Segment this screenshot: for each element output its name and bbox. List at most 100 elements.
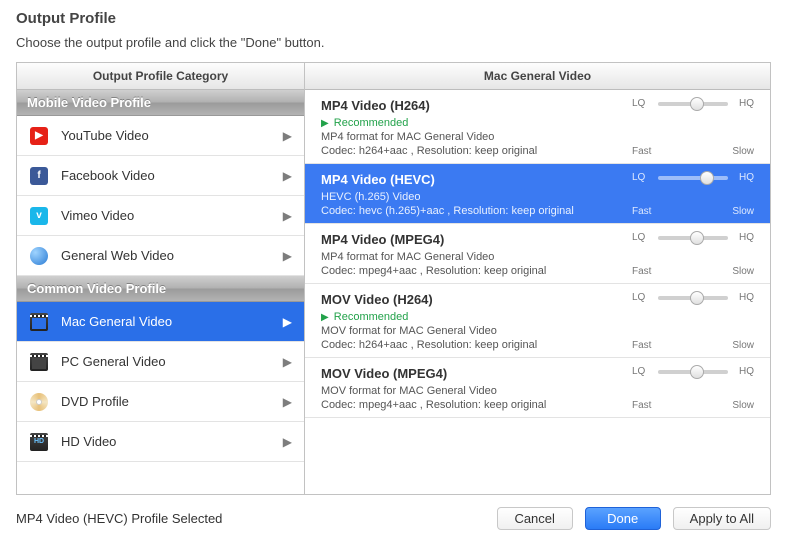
format-desc: MOV format for MAC General Video [321, 325, 632, 337]
globe-icon [29, 246, 49, 266]
category-item-label: General Web Video [61, 248, 283, 263]
slider-track[interactable] [658, 296, 728, 300]
category-item-label: PC General Video [61, 354, 283, 369]
slow-label: Slow [732, 340, 754, 351]
quality-slider[interactable]: LQ HQ [632, 232, 754, 243]
fb-icon: f [29, 166, 49, 186]
hq-label: HQ [732, 232, 754, 243]
hq-label: HQ [732, 292, 754, 303]
category-item[interactable]: HD Video▶ [17, 422, 304, 462]
left-column-header: Output Profile Category [17, 63, 304, 90]
left-column: Output Profile Category Mobile Video Pro… [17, 63, 305, 494]
hq-label: HQ [732, 172, 754, 183]
format-desc: MP4 format for MAC General Video [321, 131, 632, 143]
footer: MP4 Video (HEVC) Profile Selected Cancel… [0, 495, 787, 542]
format-item[interactable]: MOV Video (MPEG4) MOV format for MAC Gene… [305, 358, 770, 418]
done-button[interactable]: Done [585, 507, 661, 530]
disc-icon [29, 392, 49, 412]
status-text: MP4 Video (HEVC) Profile Selected [16, 511, 485, 526]
category-section-header: Common Video Profile [17, 276, 304, 302]
format-title: MP4 Video (H264) [321, 98, 632, 113]
category-item[interactable]: General Web Video▶ [17, 236, 304, 276]
fast-label: Fast [632, 206, 651, 217]
category-item[interactable]: PC General Video▶ [17, 342, 304, 382]
clap-icon [29, 352, 49, 372]
slow-label: Slow [732, 206, 754, 217]
main-panel: Output Profile Category Mobile Video Pro… [16, 62, 771, 495]
right-column: Mac General Video MP4 Video (H264) ▶ Reco… [305, 63, 770, 494]
format-desc: MP4 format for MAC General Video [321, 251, 632, 263]
format-codec: Codec: hevc (h.265)+aac , Resolution: ke… [321, 205, 632, 217]
format-title: MOV Video (H264) [321, 292, 632, 307]
format-desc: HEVC (h.265) Video [321, 191, 632, 203]
hq-label: HQ [732, 98, 754, 109]
category-list: Mobile Video Profile▶YouTube Video▶ f Face… [17, 90, 304, 462]
format-codec: Codec: h264+aac , Resolution: keep origi… [321, 145, 632, 157]
category-item[interactable]: Mac General Video▶ [17, 302, 304, 342]
chevron-right-icon: ▶ [283, 355, 292, 369]
quality-slider[interactable]: LQ HQ [632, 292, 754, 303]
slider-thumb[interactable] [700, 171, 714, 185]
yt-icon: ▶ [29, 126, 49, 146]
slider-thumb[interactable] [690, 97, 704, 111]
category-item-label: Facebook Video [61, 168, 283, 183]
fast-label: Fast [632, 266, 651, 277]
format-item[interactable]: MP4 Video (H264) ▶ Recommended MP4 format … [305, 90, 770, 164]
chevron-right-icon: ▶ [283, 315, 292, 329]
chevron-right-icon: ▶ [283, 209, 292, 223]
category-item-label: Vimeo Video [61, 208, 283, 223]
format-item[interactable]: MP4 Video (HEVC) HEVC (h.265) Video Codec:… [305, 164, 770, 224]
recommended-badge: ▶ Recommended [321, 117, 632, 129]
format-codec: Codec: mpeg4+aac , Resolution: keep orig… [321, 265, 632, 277]
format-item[interactable]: MOV Video (H264) ▶ Recommended MOV format … [305, 284, 770, 358]
chevron-right-icon: ▶ [283, 435, 292, 449]
slider-thumb[interactable] [690, 231, 704, 245]
cancel-button[interactable]: Cancel [497, 507, 573, 530]
format-codec: Codec: h264+aac , Resolution: keep origi… [321, 339, 632, 351]
clap-icon [29, 312, 49, 332]
format-title: MP4 Video (HEVC) [321, 172, 632, 187]
fast-label: Fast [632, 340, 651, 351]
category-item[interactable]: f Facebook Video▶ [17, 156, 304, 196]
format-codec: Codec: mpeg4+aac , Resolution: keep orig… [321, 399, 632, 411]
slider-thumb[interactable] [690, 291, 704, 305]
slow-label: Slow [732, 400, 754, 411]
chevron-right-icon: ▶ [283, 129, 292, 143]
right-column-header: Mac General Video [305, 63, 770, 90]
slider-track[interactable] [658, 236, 728, 240]
format-list: MP4 Video (H264) ▶ Recommended MP4 format … [305, 90, 770, 494]
format-desc: MOV format for MAC General Video [321, 385, 632, 397]
chevron-right-icon: ▶ [283, 169, 292, 183]
category-item[interactable]: DVD Profile▶ [17, 382, 304, 422]
speed-labels: FastSlow [632, 266, 754, 277]
category-item[interactable]: ▶YouTube Video▶ [17, 116, 304, 156]
speed-labels: Fast Slow [632, 146, 754, 157]
quality-slider[interactable]: LQ HQ [632, 172, 754, 183]
category-section-header: Mobile Video Profile [17, 90, 304, 116]
slider-track[interactable] [658, 176, 728, 180]
recommended-badge: ▶ Recommended [321, 311, 632, 323]
format-title: MP4 Video (MPEG4) [321, 232, 632, 247]
clap-icon [29, 432, 49, 452]
slow-label: Slow [732, 146, 754, 157]
lq-label: LQ [632, 292, 654, 303]
quality-slider[interactable]: LQHQ [632, 98, 754, 109]
slider-track[interactable] [658, 370, 728, 374]
quality-slider[interactable]: LQ HQ [632, 366, 754, 377]
format-title: MOV Video (MPEG4) [321, 366, 632, 381]
hq-label: HQ [732, 366, 754, 377]
category-item[interactable]: vVimeo Video▶ [17, 196, 304, 236]
dialog-title: Output Profile [16, 10, 771, 27]
fast-label: Fast [632, 146, 651, 157]
speed-labels: Fast Slow [632, 340, 754, 351]
slider-track[interactable] [658, 102, 728, 106]
apply-all-button[interactable]: Apply to All [673, 507, 771, 530]
lq-label: LQ [632, 172, 654, 183]
speed-labels: Fast Slow [632, 400, 754, 411]
format-item[interactable]: MP4 Video (MPEG4) MP4 format for MAC Gene… [305, 224, 770, 284]
chevron-right-icon: ▶ [283, 249, 292, 263]
lq-label: LQ [632, 232, 654, 243]
slider-thumb[interactable] [690, 365, 704, 379]
lq-label: LQ [632, 366, 654, 377]
fast-label: Fast [632, 400, 651, 411]
